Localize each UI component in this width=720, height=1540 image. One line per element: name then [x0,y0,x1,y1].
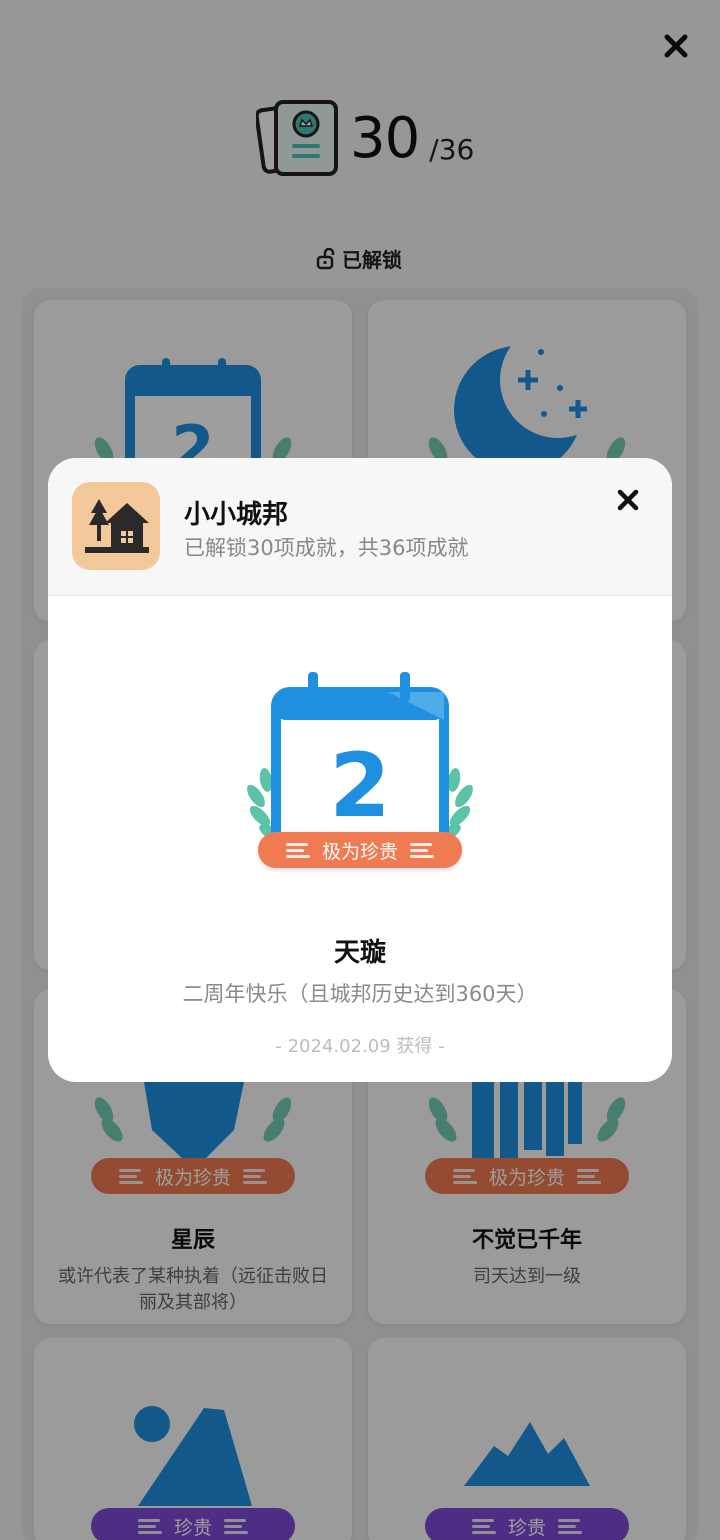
modal-header: 小小城邦 已解锁30项成就，共36项成就 [48,458,672,596]
badge-decoration [285,842,310,858]
achievement-detail-modal: 小小城邦 已解锁30项成就，共36项成就 2 极为珍贵 天璇 二周年快乐（且城邦… [48,458,672,1082]
close-modal-button[interactable] [610,482,646,518]
close-icon [617,489,639,511]
rarity-badge: 极为珍贵 [258,832,462,868]
achievement-title: 天璇 [333,938,386,968]
calendar-number: 2 [329,734,390,837]
house-icon [85,499,149,553]
badge-decoration [410,842,434,858]
achievement-progress-text: 已解锁30项成就，共36项成就 [184,536,469,560]
rarity-label: 极为珍贵 [321,840,398,863]
achievement-date: - 2024.02.09 获得 - [275,1036,445,1057]
achievement-description: 二周年快乐（且城邦历史达到360天） [182,982,538,1006]
app-icon [72,482,160,570]
app-name: 小小城邦 [184,500,289,530]
